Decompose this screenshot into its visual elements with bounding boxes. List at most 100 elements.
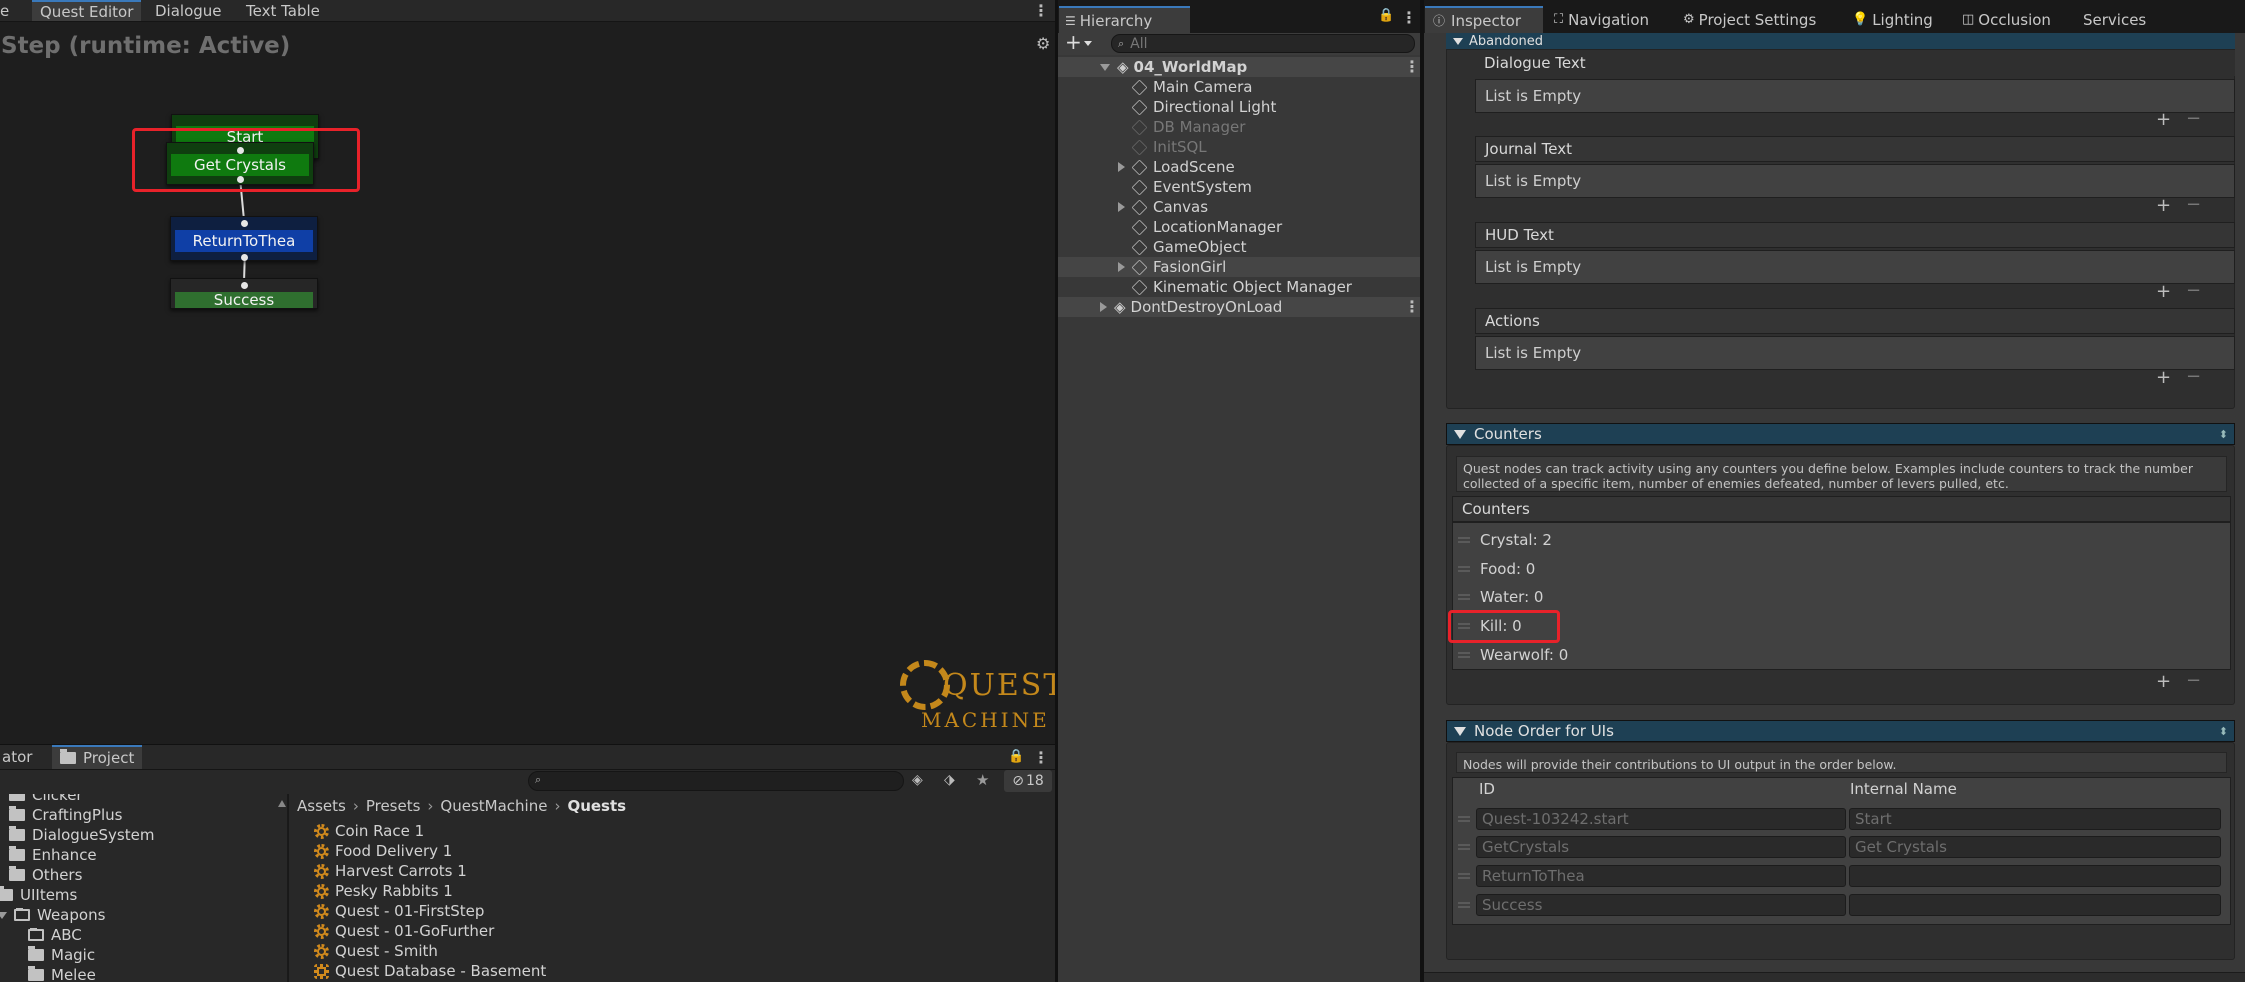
more-menu-icon[interactable]: ⋮ [1033, 1, 1049, 20]
drag-handle-icon[interactable] [1458, 537, 1470, 543]
actions-add-button[interactable]: + [2156, 367, 2171, 388]
hierarchy-item-directional-light[interactable]: Directional Light [1058, 97, 1420, 117]
hierarchy-item-kinematic[interactable]: Kinematic Object Manager [1058, 277, 1420, 297]
tree-item-melee[interactable]: Melee [28, 965, 96, 982]
reorder-icon[interactable]: ⬍ [2219, 428, 2228, 441]
tree-item-uiitems[interactable]: UIItems [0, 885, 77, 905]
tree-item-weapons[interactable]: Weapons [0, 905, 105, 925]
hierarchy-more-icon[interactable]: ⋮ [1401, 8, 1417, 27]
expand-arrow-icon[interactable] [0, 911, 7, 919]
hierarchy-item-fasiongirl[interactable]: FasionGirl [1058, 257, 1420, 277]
tree-item-craftingplus[interactable]: CraftingPlus [9, 805, 122, 825]
asset-quest-smith[interactable]: Quest - Smith [314, 941, 438, 961]
drag-handle-icon[interactable] [1458, 873, 1470, 879]
drag-handle-icon[interactable] [1458, 816, 1470, 822]
drag-handle-icon[interactable] [1458, 594, 1470, 600]
asset-quest-firststep[interactable]: Quest - 01-FirstStep [314, 901, 484, 921]
hidden-count-badge[interactable]: ⊘ 18 [1004, 770, 1052, 792]
hierarchy-item-db-manager[interactable]: DB Manager [1058, 117, 1420, 137]
tree-item-abc[interactable]: ABC [28, 925, 82, 945]
asset-food-delivery[interactable]: Food Delivery 1 [314, 841, 452, 861]
abandoned-header[interactable]: Abandoned [1446, 33, 2235, 49]
hierarchy-item-gameobject[interactable]: GameObject [1058, 237, 1420, 257]
drag-handle-icon[interactable] [1458, 844, 1470, 850]
tab-text-table[interactable]: Text Table [238, 0, 328, 21]
tree-scrollbar[interactable] [278, 800, 286, 807]
hierarchy-item-canvas[interactable]: Canvas [1058, 197, 1420, 217]
node-success-in-port[interactable] [241, 282, 248, 289]
hierarchy-item-initsql[interactable]: InitSQL [1058, 137, 1420, 157]
scene-row-dontdestroy[interactable]: ◈ DontDestroyOnLoad ⋮ [1058, 297, 1420, 317]
tab-navigation[interactable]: ⛶ Navigation [1546, 6, 1657, 33]
breadcrumb-questmachine[interactable]: QuestMachine [440, 797, 547, 815]
counters-header[interactable]: Counters ⬍ [1446, 423, 2235, 445]
tree-item-magic[interactable]: Magic [28, 945, 95, 965]
scene-more-icon[interactable]: ⋮ [1404, 57, 1420, 76]
dialogue-add-button[interactable]: + [2156, 109, 2171, 130]
hierarchy-item-locationmanager[interactable]: LocationManager [1058, 217, 1420, 237]
project-search-input[interactable]: ⌕ [528, 771, 904, 791]
tree-item-dialoguesystem[interactable]: DialogueSystem [9, 825, 154, 845]
scene-more-icon[interactable]: ⋮ [1404, 297, 1420, 316]
expand-arrow-icon[interactable] [1100, 302, 1107, 312]
breadcrumb-quests[interactable]: Quests [567, 797, 626, 815]
scene-row-worldmap[interactable]: ◈ 04_WorldMap ⋮ [1058, 57, 1420, 77]
tab-inspector[interactable]: ⓘ Inspector [1425, 6, 1543, 33]
counters-remove-button[interactable]: − [2186, 670, 2201, 691]
node-success[interactable]: Success [170, 278, 318, 309]
hud-add-button[interactable]: + [2156, 281, 2171, 302]
tree-item-clicker[interactable]: Clicker [9, 794, 83, 805]
dialogue-remove-button[interactable]: − [2186, 108, 2201, 129]
hierarchy-item-eventsystem[interactable]: EventSystem [1058, 177, 1420, 197]
journal-remove-button[interactable]: − [2186, 194, 2201, 215]
journal-add-button[interactable]: + [2156, 195, 2171, 216]
actions-remove-button[interactable]: − [2186, 366, 2201, 387]
counter-row-wearwolf[interactable]: Wearwolf: 0 [1456, 644, 1568, 666]
node-return-in-port[interactable] [241, 220, 248, 227]
drag-handle-icon[interactable] [1458, 902, 1470, 908]
hud-remove-button[interactable]: − [2186, 280, 2201, 301]
tab-project[interactable]: Project [52, 745, 143, 769]
tab-services[interactable]: Services [2075, 6, 2154, 33]
favorite-star-icon[interactable]: ★ [976, 771, 989, 789]
tab-hierarchy[interactable]: ☰ Hierarchy [1059, 6, 1191, 33]
counter-row-crystal[interactable]: Crystal: 2 [1456, 529, 1552, 551]
node-return-out-port[interactable] [241, 254, 248, 261]
counters-add-button[interactable]: + [2156, 671, 2171, 692]
asset-quest-gofurther[interactable]: Quest - 01-GoFurther [314, 921, 494, 941]
asset-pesky-rabbits[interactable]: Pesky Rabbits 1 [314, 881, 453, 901]
tree-item-others[interactable]: Others [9, 865, 82, 885]
breadcrumb-assets[interactable]: Assets [297, 797, 346, 815]
tab-project-settings[interactable]: ⚙ Project Settings [1675, 6, 1824, 33]
quest-editor-canvas[interactable]: Step (runtime: Active) ⚙ Start Get Cryst… [0, 22, 1063, 744]
settings-gear-icon[interactable]: ⚙ [1036, 34, 1050, 53]
counter-row-food[interactable]: Food: 0 [1456, 558, 1535, 580]
breadcrumb-presets[interactable]: Presets [366, 797, 421, 815]
asset-quest-database[interactable]: Quest Database - Basement [314, 961, 546, 981]
drag-handle-icon[interactable] [1458, 566, 1470, 572]
project-more-icon[interactable]: ⋮ [1033, 748, 1049, 767]
tab-dialogue[interactable]: Dialogue [147, 0, 230, 21]
asset-harvest-carrots[interactable]: Harvest Carrots 1 [314, 861, 467, 881]
lock-icon[interactable]: 🔒 [1008, 749, 1024, 764]
node-return-to-thea[interactable]: ReturnToThea [170, 216, 318, 261]
tab-animator[interactable]: ator [0, 745, 40, 769]
expand-arrow-icon[interactable] [1118, 162, 1125, 172]
tab-partial[interactable]: e [0, 0, 17, 21]
expand-arrow-icon[interactable] [1118, 262, 1125, 272]
chevron-down-icon[interactable] [1084, 41, 1092, 46]
tab-lighting[interactable]: 💡 Lighting [1844, 6, 1941, 33]
expand-arrow-icon[interactable] [1118, 202, 1125, 212]
node-order-header[interactable]: Node Order for UIs ⬍ [1446, 720, 2235, 742]
reorder-icon[interactable]: ⬍ [2219, 725, 2228, 738]
tab-occlusion[interactable]: ◫ Occlusion [1954, 6, 2059, 33]
filter-type-icon[interactable]: ◈ [912, 772, 923, 788]
hierarchy-lock-icon[interactable]: 🔒 [1378, 8, 1394, 23]
drag-handle-icon[interactable] [1458, 652, 1470, 658]
hierarchy-item-main-camera[interactable]: Main Camera [1058, 77, 1420, 97]
tab-quest-editor[interactable]: Quest Editor [32, 0, 142, 21]
expand-arrow-icon[interactable] [1100, 63, 1110, 71]
hierarchy-search-input[interactable]: ⌕ All [1111, 34, 1415, 53]
filter-label-icon[interactable]: ⬗ [944, 772, 955, 788]
hierarchy-item-loadscene[interactable]: LoadScene [1058, 157, 1420, 177]
